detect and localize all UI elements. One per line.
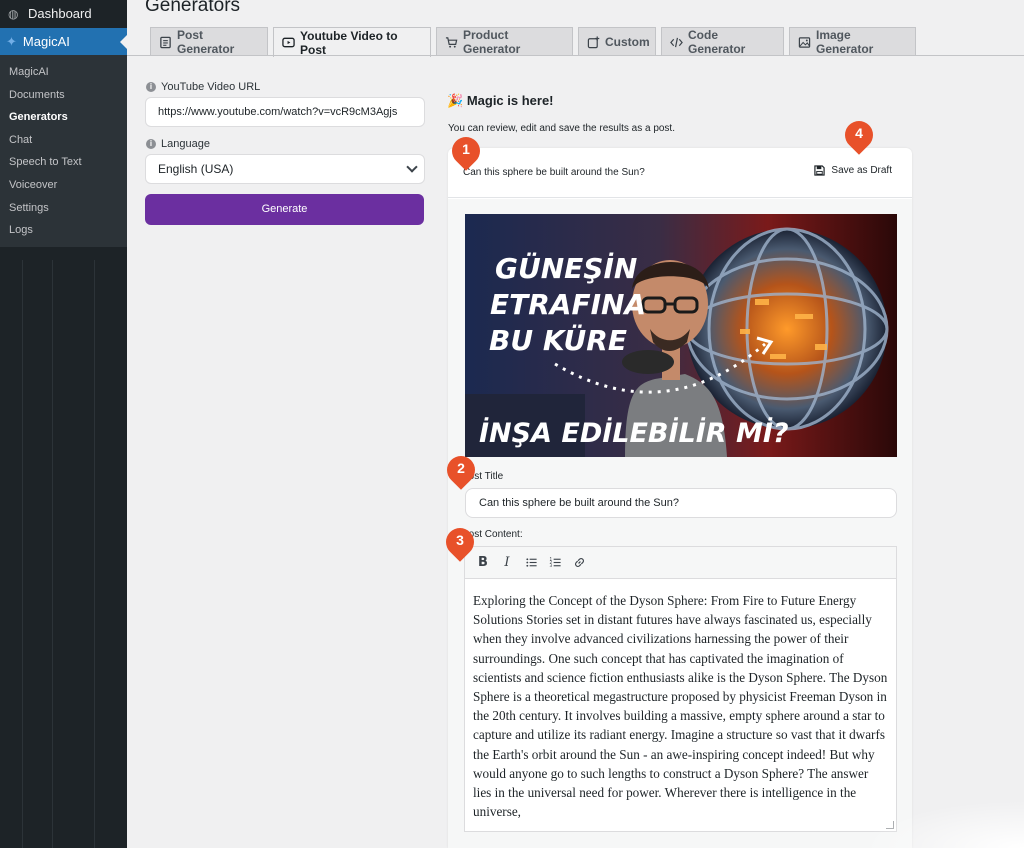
tab-code-generator[interactable]: Code Generator bbox=[661, 27, 784, 56]
numbered-list-button[interactable]: 123 bbox=[543, 551, 567, 575]
youtube-icon bbox=[282, 36, 295, 49]
bulleted-list-icon bbox=[525, 558, 537, 567]
tab-label: Image Generator bbox=[816, 28, 874, 56]
save-as-draft-button[interactable]: Save as Draft bbox=[814, 165, 892, 176]
url-label: i YouTube Video URL bbox=[146, 81, 260, 93]
sidebar-submenu: MagicAI Documents Generators Chat Speech… bbox=[0, 55, 127, 247]
tab-label: Product Generator bbox=[463, 28, 521, 56]
sidebar-decoration bbox=[0, 260, 127, 848]
info-icon: i bbox=[146, 139, 156, 149]
info-icon: i bbox=[146, 82, 156, 92]
language-select[interactable]: English (USA) bbox=[145, 154, 425, 184]
tab-label: Youtube Video to Post bbox=[300, 28, 398, 57]
tab-product-generator[interactable]: Product Generator bbox=[436, 27, 573, 56]
custom-icon bbox=[587, 35, 600, 49]
submenu-item-settings[interactable]: Settings bbox=[0, 197, 127, 220]
tab-youtube-video-to-post[interactable]: Youtube Video to Post bbox=[273, 27, 431, 57]
bulleted-list-button[interactable] bbox=[519, 551, 543, 575]
callout-marker-1: 1 bbox=[446, 131, 486, 173]
callout-marker-4: 4 bbox=[839, 115, 879, 157]
thumbnail-text-line3: BU KÜRE bbox=[489, 323, 627, 357]
video-thumbnail: GÜNEŞİN ETRAFINA BU KÜRE İNŞA EDİLEBİLİR… bbox=[465, 214, 897, 457]
numbered-list-icon: 123 bbox=[549, 557, 561, 568]
sidebar-item-dashboard[interactable]: ◍ Dashboard bbox=[0, 0, 127, 27]
tab-post-generator[interactable]: Post Generator bbox=[150, 27, 268, 56]
chevron-down-icon bbox=[406, 161, 418, 173]
link-icon bbox=[574, 558, 584, 567]
submenu-item-logs[interactable]: Logs bbox=[0, 219, 127, 242]
save-as-draft-label: Save as Draft bbox=[831, 165, 892, 176]
tab-label: Code Generator bbox=[688, 28, 746, 56]
thumbnail-text-line1: GÜNEŞİN bbox=[495, 251, 637, 285]
admin-sidebar: ◍ Dashboard ✦ MagicAI MagicAI Documents … bbox=[0, 0, 127, 848]
sidebar-item-label: Dashboard bbox=[28, 6, 92, 21]
submenu-item-voiceover[interactable]: Voiceover bbox=[0, 174, 127, 197]
language-value: English (USA) bbox=[158, 162, 234, 176]
party-icon: 🎉 bbox=[447, 93, 464, 108]
callout-marker-2: 2 bbox=[441, 450, 481, 492]
sidebar-item-magicai[interactable]: ✦ MagicAI bbox=[0, 28, 127, 55]
post-content-text[interactable]: Exploring the Concept of the Dyson Spher… bbox=[465, 579, 896, 831]
sparkle-icon: ✦ bbox=[6, 33, 17, 49]
image-icon bbox=[798, 36, 811, 49]
result-card-header: Can this sphere be built around the Sun?… bbox=[448, 148, 912, 198]
save-icon bbox=[814, 165, 826, 176]
tab-image-generator[interactable]: Image Generator bbox=[789, 27, 916, 56]
language-label: i Language bbox=[146, 138, 210, 150]
corner-fade bbox=[860, 800, 1024, 848]
page-title: Generators bbox=[145, 0, 241, 16]
tab-label: Post Generator bbox=[177, 28, 235, 56]
thumbnail-text-line4: İNŞA EDİLEBİLİR Mİ? bbox=[479, 417, 789, 449]
document-icon bbox=[159, 36, 172, 49]
sidebar-item-label: MagicAI bbox=[22, 34, 70, 49]
svg-text:3: 3 bbox=[549, 563, 552, 568]
result-heading: 🎉 Magic is here! bbox=[447, 93, 554, 108]
tab-label: Custom bbox=[605, 35, 650, 49]
post-content-editor[interactable]: B I 123 Exploring the Concept of the Dys… bbox=[464, 546, 897, 832]
dashboard-icon: ◍ bbox=[8, 6, 19, 21]
code-icon bbox=[670, 36, 683, 49]
italic-button[interactable]: I bbox=[495, 551, 519, 575]
post-title-input[interactable]: Can this sphere be built around the Sun? bbox=[465, 488, 897, 518]
submenu-item-generators[interactable]: Generators bbox=[0, 106, 127, 129]
youtube-url-input[interactable]: https://www.youtube.com/watch?v=vcR9cM3A… bbox=[145, 97, 425, 127]
generate-button[interactable]: Generate bbox=[145, 194, 424, 225]
result-question: Can this sphere be built around the Sun? bbox=[463, 167, 645, 178]
tabs-divider bbox=[127, 55, 1024, 56]
link-button[interactable] bbox=[567, 551, 591, 575]
callout-marker-3: 3 bbox=[440, 522, 480, 564]
submenu-item-documents[interactable]: Documents bbox=[0, 84, 127, 107]
submenu-item-speech-to-text[interactable]: Speech to Text bbox=[0, 151, 127, 174]
editor-toolbar: B I 123 bbox=[465, 547, 896, 579]
submenu-item-magicai[interactable]: MagicAI bbox=[0, 61, 127, 84]
thumbnail-text-line2: ETRAFINA bbox=[490, 288, 646, 321]
active-indicator bbox=[120, 35, 127, 49]
submenu-item-chat[interactable]: Chat bbox=[0, 129, 127, 152]
tab-custom[interactable]: Custom bbox=[578, 27, 656, 56]
cart-icon bbox=[445, 36, 458, 49]
bold-button[interactable]: B bbox=[471, 551, 495, 575]
result-subtitle: You can review, edit and save the result… bbox=[448, 123, 675, 134]
